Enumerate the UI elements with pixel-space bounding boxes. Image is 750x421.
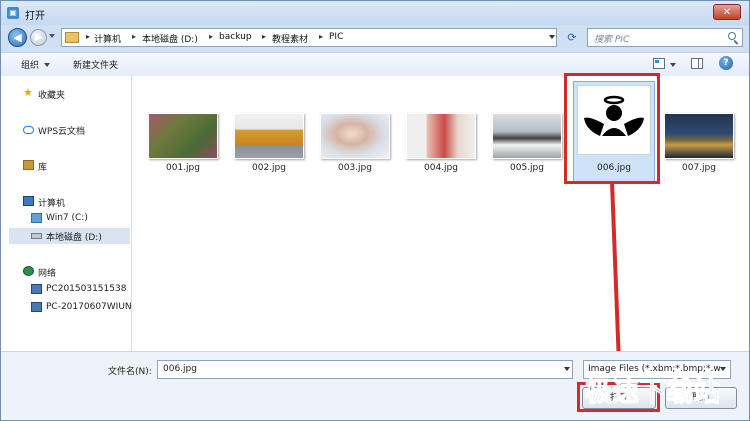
nav-item-label: Win7 (C:) bbox=[46, 213, 88, 223]
image-thumbnail bbox=[664, 113, 734, 159]
nav-item-label: 本地磁盘 (D:) bbox=[46, 233, 102, 243]
file-name: 002.jpg bbox=[252, 163, 286, 173]
change-view-icon[interactable] bbox=[653, 58, 665, 69]
highlight-box bbox=[564, 73, 660, 184]
monitor-icon bbox=[31, 302, 42, 312]
nav-item-label: 收藏夹 bbox=[38, 91, 66, 101]
nav-item-libraries[interactable]: 库 bbox=[23, 158, 123, 174]
folder-icon bbox=[65, 32, 79, 43]
drive-icon bbox=[31, 233, 42, 239]
file-item[interactable]: 002.jpg bbox=[229, 98, 309, 198]
watermark-logo: 极速下载站 bbox=[585, 377, 721, 409]
nav-item-drive-c[interactable]: Win7 (C:) bbox=[31, 211, 127, 227]
chevron-right-icon[interactable]: ▸ bbox=[319, 32, 323, 41]
image-thumbnail bbox=[234, 113, 304, 159]
chevron-right-icon[interactable]: ▸ bbox=[262, 32, 266, 41]
file-name: 003.jpg bbox=[338, 163, 372, 173]
file-item[interactable]: 001.jpg bbox=[143, 98, 223, 198]
file-name: 007.jpg bbox=[682, 163, 716, 173]
filename-input[interactable]: 006.jpg bbox=[157, 360, 573, 379]
new-folder-button[interactable]: 新建文件夹 bbox=[73, 58, 118, 71]
close-button[interactable]: ✕ bbox=[713, 4, 741, 20]
nav-item-label: PC-20170607WIUN bbox=[46, 302, 132, 312]
drive-icon bbox=[31, 213, 42, 223]
breadcrumb-backup[interactable]: backup bbox=[219, 32, 252, 42]
file-item[interactable]: 003.jpg bbox=[315, 98, 395, 198]
computer-icon bbox=[23, 196, 34, 206]
chevron-down-icon[interactable] bbox=[670, 63, 676, 67]
star-icon: ★ bbox=[23, 86, 33, 99]
search-box[interactable]: 搜索 PIC bbox=[587, 28, 743, 47]
back-button[interactable]: ◀ bbox=[8, 28, 27, 47]
help-icon[interactable]: ? bbox=[719, 56, 733, 70]
filename-label: 文件名(N): bbox=[108, 367, 152, 377]
address-bar[interactable]: ▸ 计算机 ▸ 本地磁盘 (D:) ▸ backup ▸ 教程素材 ▸ PIC bbox=[61, 28, 557, 47]
monitor-icon bbox=[31, 284, 42, 294]
nav-item-label: PC201503151538 bbox=[46, 284, 127, 294]
preview-pane-icon[interactable] bbox=[691, 58, 703, 69]
nav-item-label: WPS云文档 bbox=[38, 127, 86, 137]
file-item[interactable]: 007.jpg bbox=[659, 98, 739, 198]
nav-item-pc-2[interactable]: PC-20170607WIUN bbox=[31, 300, 132, 316]
image-thumbnail bbox=[492, 113, 562, 159]
nav-item-label: 网络 bbox=[38, 269, 57, 279]
file-name: 005.jpg bbox=[510, 163, 544, 173]
image-thumbnail bbox=[406, 113, 476, 159]
chevron-down-icon[interactable] bbox=[564, 367, 570, 371]
recent-pages-dropdown[interactable] bbox=[49, 34, 55, 38]
window-title: 打开 bbox=[25, 11, 45, 22]
navigation-pane: ★ 收藏夹 WPS云文档 库 计算机 Win7 (C:) 本地磁盘 (D:) 网… bbox=[1, 76, 132, 351]
app-icon: ▣ bbox=[7, 7, 19, 19]
chevron-down-icon[interactable] bbox=[720, 367, 726, 371]
nav-item-pc-1[interactable]: PC201503151538 bbox=[31, 282, 130, 298]
chevron-right-icon[interactable]: ▸ bbox=[209, 32, 213, 41]
nav-item-network[interactable]: 网络 bbox=[23, 264, 123, 280]
chevron-right-icon[interactable]: ▸ bbox=[132, 32, 136, 41]
nav-item-label: 库 bbox=[38, 163, 48, 173]
network-icon bbox=[23, 266, 34, 276]
breadcrumb-computer[interactable]: 计算机 bbox=[94, 32, 121, 45]
file-item[interactable]: 005.jpg bbox=[487, 98, 567, 198]
file-name: 001.jpg bbox=[166, 163, 200, 173]
forward-button[interactable]: ▶ bbox=[30, 29, 47, 46]
search-icon[interactable] bbox=[728, 32, 736, 40]
refresh-button[interactable]: ⟳ bbox=[563, 29, 581, 46]
breadcrumb-tutorial-materials[interactable]: 教程素材 bbox=[272, 32, 308, 45]
search-input[interactable]: 搜索 PIC bbox=[594, 32, 629, 45]
nav-item-drive-d[interactable]: 本地磁盘 (D:) bbox=[9, 228, 130, 244]
chevron-down-icon[interactable] bbox=[44, 63, 50, 67]
title-bar: ▣ 打开 ✕ bbox=[1, 1, 749, 25]
file-item[interactable]: 004.jpg bbox=[401, 98, 481, 198]
nav-item-favorites[interactable]: ★ 收藏夹 bbox=[23, 86, 123, 102]
organize-button[interactable]: 组织 bbox=[21, 58, 39, 71]
image-thumbnail bbox=[320, 113, 390, 159]
open-file-dialog: ▣ 打开 ✕ ◀ ▶ ▸ 计算机 ▸ 本地磁盘 (D:) ▸ backup ▸ … bbox=[0, 0, 750, 421]
image-thumbnail bbox=[148, 113, 218, 159]
library-icon bbox=[23, 160, 34, 170]
nav-item-wps-cloud[interactable]: WPS云文档 bbox=[23, 122, 123, 138]
nav-item-label: 计算机 bbox=[38, 199, 66, 209]
cloud-icon bbox=[23, 126, 34, 134]
address-dropdown[interactable] bbox=[549, 35, 555, 39]
nav-item-computer[interactable]: 计算机 bbox=[23, 194, 123, 210]
breadcrumb-pic[interactable]: PIC bbox=[329, 32, 343, 42]
chevron-right-icon[interactable]: ▸ bbox=[86, 32, 90, 41]
breadcrumb-drive-d[interactable]: 本地磁盘 (D:) bbox=[142, 32, 198, 45]
file-name: 004.jpg bbox=[424, 163, 458, 173]
